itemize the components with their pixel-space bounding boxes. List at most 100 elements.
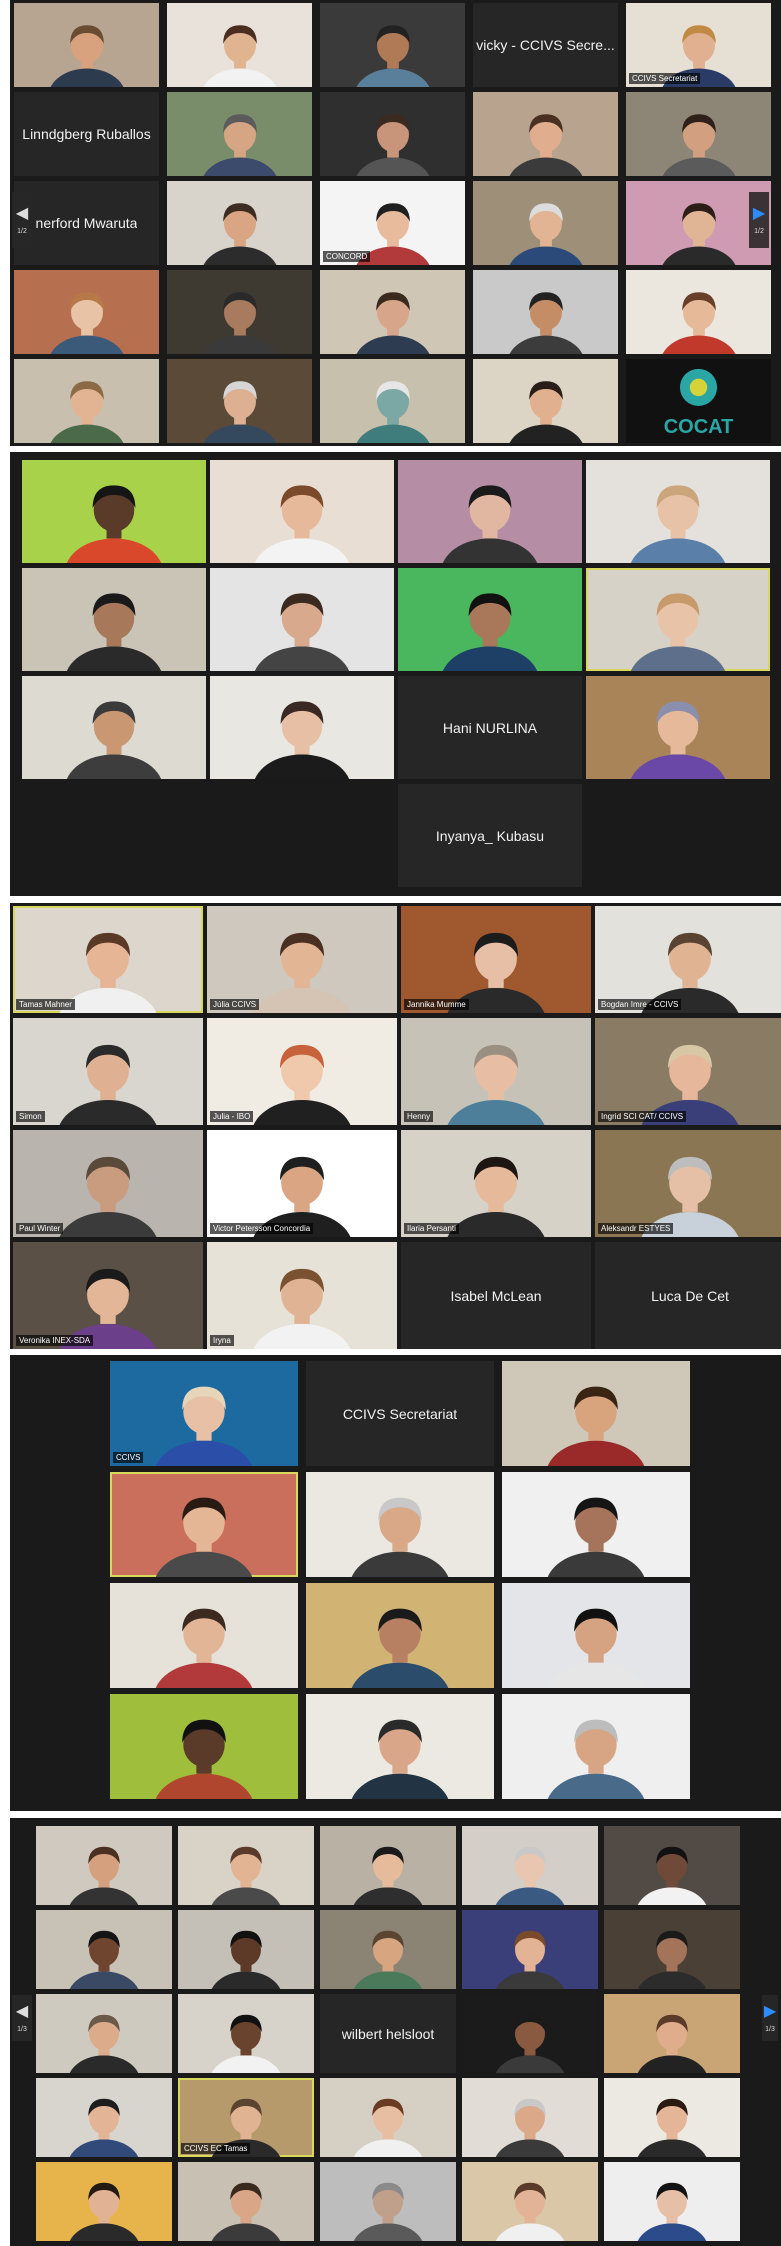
participant-video-tile[interactable]: Veronika INEX-SDA — [13, 1242, 203, 1349]
participant-video-tile[interactable] — [14, 359, 159, 443]
participant-video-tile[interactable] — [178, 1826, 314, 1905]
participant-video-tile[interactable] — [586, 568, 770, 671]
participant-video-tile[interactable] — [604, 2078, 740, 2157]
participant-video-tile[interactable] — [110, 1472, 298, 1577]
participant-video-tile[interactable] — [178, 1994, 314, 2073]
participant-name-tile[interactable]: CCIVS Secretariat — [306, 1361, 494, 1466]
participant-video-tile[interactable] — [604, 1910, 740, 1989]
participant-video-tile[interactable] — [320, 359, 465, 443]
participant-name-tile[interactable]: Linndgberg Ruballos — [14, 92, 159, 176]
participant-video-tile[interactable]: CONCORD — [320, 181, 465, 265]
participant-name-tile[interactable]: nerford Mwaruta — [14, 181, 159, 265]
participant-video-tile[interactable] — [462, 1826, 598, 1905]
participant-video-tile[interactable]: Henny — [401, 1018, 591, 1125]
participant-video-tile[interactable]: Bogdan Imre - CCIVS — [595, 906, 781, 1013]
participant-video-tile[interactable] — [110, 1583, 298, 1688]
participant-silhouette — [351, 1497, 449, 1577]
participant-video-tile[interactable] — [604, 2162, 740, 2241]
participant-video-tile[interactable] — [502, 1472, 690, 1577]
participant-video-tile[interactable] — [586, 676, 770, 779]
participant-video-tile[interactable]: Aleksandr ESTYES — [595, 1130, 781, 1237]
participant-silhouette — [66, 701, 162, 779]
participant-video-tile[interactable] — [36, 2078, 172, 2157]
participant-name-tile[interactable]: vicky - CCIVS Secre... — [473, 3, 618, 87]
participant-video-tile[interactable]: Simon — [13, 1018, 203, 1125]
participant-video-tile[interactable] — [22, 676, 206, 779]
participant-video-tile[interactable] — [320, 3, 465, 87]
participant-caption: Victor Petersson Concordia — [210, 1223, 314, 1234]
participant-video-tile[interactable]: Ilaria Persanti — [401, 1130, 591, 1237]
participant-video-tile[interactable] — [36, 1910, 172, 1989]
participant-name-tile[interactable]: Luca De Cet — [595, 1242, 781, 1349]
participant-video-tile[interactable] — [320, 1826, 456, 1905]
participant-video-tile[interactable] — [320, 1910, 456, 1989]
participant-name-tile[interactable]: wilbert helsloot — [320, 1994, 456, 2073]
participant-video-tile[interactable] — [22, 568, 206, 671]
participant-video-tile[interactable] — [167, 92, 312, 176]
participant-video-tile[interactable]: Paul Winter — [13, 1130, 203, 1237]
participant-video-tile[interactable] — [167, 270, 312, 354]
participant-video-tile[interactable] — [462, 1994, 598, 2073]
participant-video-tile[interactable] — [306, 1472, 494, 1577]
participant-video-tile[interactable] — [14, 270, 159, 354]
participant-video-tile[interactable] — [14, 3, 159, 87]
participant-video-tile[interactable] — [502, 1361, 690, 1466]
participant-video-tile[interactable] — [604, 1826, 740, 1905]
participant-name-tile[interactable]: Inyanya_ Kubasu — [398, 784, 582, 887]
participant-video-tile[interactable] — [320, 2078, 456, 2157]
participant-video-tile[interactable]: Victor Petersson Concordia — [207, 1130, 397, 1237]
participant-video-tile[interactable] — [398, 460, 582, 563]
participant-video-tile[interactable] — [320, 92, 465, 176]
participant-video-tile[interactable] — [626, 270, 771, 354]
participant-video-tile[interactable] — [210, 676, 394, 779]
prev-page-button[interactable]: ◀ 1/2 — [12, 192, 32, 248]
name-card: Inyanya_ Kubasu — [398, 784, 582, 887]
participant-video-tile[interactable] — [167, 181, 312, 265]
participant-video-tile[interactable] — [604, 1994, 740, 2073]
participant-logo-tile[interactable]: COCAT — [626, 359, 771, 443]
participant-video-tile[interactable] — [462, 1910, 598, 1989]
participant-name-tile[interactable]: Isabel McLean — [401, 1242, 591, 1349]
participant-name-tile[interactable]: Hani NURLINA — [398, 676, 582, 779]
participant-video-tile[interactable] — [36, 2162, 172, 2241]
participant-video-tile[interactable] — [473, 270, 618, 354]
participant-video-tile[interactable] — [306, 1583, 494, 1688]
participant-video-tile[interactable] — [626, 92, 771, 176]
participant-video-tile[interactable] — [502, 1583, 690, 1688]
participant-video-tile[interactable] — [178, 2162, 314, 2241]
participant-video-tile[interactable] — [320, 2162, 456, 2241]
participant-video-tile[interactable] — [110, 1694, 298, 1799]
participant-video-tile[interactable] — [398, 568, 582, 671]
prev-page-button[interactable]: ◀ 1/3 — [12, 1995, 32, 2041]
participant-video-tile[interactable] — [167, 359, 312, 443]
participant-video-tile[interactable] — [462, 2162, 598, 2241]
participant-video-tile[interactable] — [210, 568, 394, 671]
participant-silhouette — [547, 1386, 645, 1466]
participant-video-tile[interactable]: Tamas Mahner — [13, 906, 203, 1013]
participant-video-tile[interactable] — [473, 92, 618, 176]
participant-video-tile[interactable]: Iryna — [207, 1242, 397, 1349]
participant-video-tile[interactable]: Ingrid SCI CAT/ CCIVS — [595, 1018, 781, 1125]
participant-video-tile[interactable] — [462, 2078, 598, 2157]
participant-video-tile[interactable] — [36, 1826, 172, 1905]
participant-video-tile[interactable] — [178, 1910, 314, 1989]
participant-video-tile[interactable] — [473, 181, 618, 265]
participant-video-tile[interactable] — [320, 270, 465, 354]
participant-video-tile[interactable] — [502, 1694, 690, 1799]
participant-video-tile[interactable]: Julia - IBO — [207, 1018, 397, 1125]
participant-video-tile[interactable] — [586, 460, 770, 563]
participant-video-tile[interactable]: Jannika Mumme — [401, 906, 591, 1013]
participant-video-tile[interactable] — [306, 1694, 494, 1799]
participant-video-tile[interactable]: CCIVS Secretariat — [626, 3, 771, 87]
participant-video-tile[interactable] — [36, 1994, 172, 2073]
participant-video-tile[interactable] — [22, 460, 206, 563]
participant-video-tile[interactable]: CCIVS — [110, 1361, 298, 1466]
participant-video-tile[interactable]: Júlia CCIVS — [207, 906, 397, 1013]
next-page-button[interactable]: ▶ 1/3 — [762, 1995, 778, 2041]
participant-video-tile[interactable] — [167, 3, 312, 87]
participant-silhouette — [495, 1931, 565, 1989]
participant-video-tile[interactable] — [210, 460, 394, 563]
participant-video-tile[interactable] — [473, 359, 618, 443]
next-page-button[interactable]: ▶ 1/2 — [749, 192, 769, 248]
participant-video-tile[interactable]: CCIVS EC Tamas — [178, 2078, 314, 2157]
